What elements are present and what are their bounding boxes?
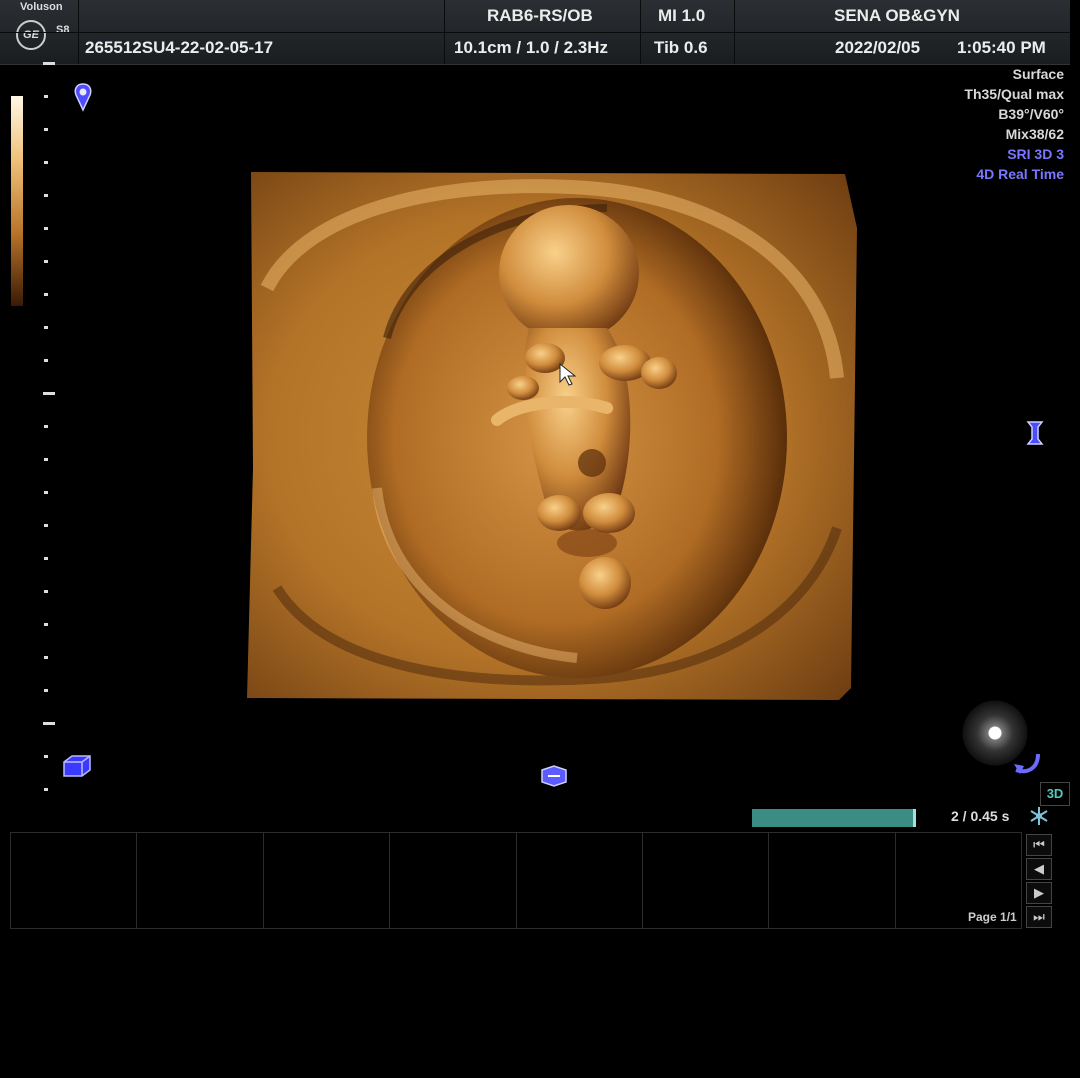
thermal-index: Tib 0.6 [654, 38, 708, 57]
orientation-cube-icon[interactable] [60, 752, 94, 780]
last-page-button[interactable]: ⏭ [1026, 906, 1052, 928]
ruler-tick [44, 359, 48, 362]
institution-name: SENA OB&GYN [834, 6, 960, 25]
vertical-flip-icon[interactable] [1022, 418, 1048, 448]
cine-time-label: 2 / 0.45 s [951, 808, 1010, 824]
mechanical-index: MI 1.0 [658, 6, 706, 25]
ruler-tick [44, 425, 48, 428]
thumbnail-slot[interactable] [390, 833, 517, 928]
prev-page-button[interactable]: ◀ [1026, 858, 1052, 880]
ruler-tick [44, 491, 48, 494]
ruler-tick [44, 788, 48, 791]
orientation-arrow-icon[interactable] [538, 762, 570, 788]
grayscale-colormap-bar [11, 96, 23, 306]
ruler-tick [44, 755, 48, 758]
thumbnail-slot[interactable] [11, 833, 138, 928]
probe-preset: RAB6-RS/OB [487, 6, 593, 25]
ruler-tick [44, 458, 48, 461]
first-page-button[interactable]: ⏮ [1026, 834, 1052, 856]
ruler-tick [44, 260, 48, 263]
thumbnail-slot[interactable] [643, 833, 770, 928]
ruler-tick [44, 557, 48, 560]
ruler-tick [44, 128, 48, 131]
focus-marker-icon[interactable] [72, 82, 94, 114]
param-angles: B39°/V60° [998, 106, 1064, 122]
ruler-major-tick [43, 722, 55, 725]
freeze-icon[interactable] [1028, 805, 1050, 827]
ruler-tick [44, 656, 48, 659]
thumbnail-slot[interactable] [264, 833, 391, 928]
thumbnail-slot[interactable] [137, 833, 264, 928]
clipboard-thumbnail-strip [10, 832, 1022, 929]
cine-progress-bar[interactable] [752, 809, 916, 827]
ruler-tick [44, 293, 48, 296]
rotate-icon[interactable] [1010, 748, 1044, 778]
ruler-tick [44, 590, 48, 593]
thumbnail-slot[interactable] [769, 833, 896, 928]
param-mix: Mix38/62 [1005, 126, 1064, 142]
patient-id: 265512SU4-22-02-05-17 [85, 38, 274, 57]
status-header: Voluson GE S8 RAB6-RS/OB MI 1.0 SENA OB&… [0, 0, 1070, 65]
param-4d-mode: 4D Real Time [976, 166, 1064, 182]
ruler-tick [44, 524, 48, 527]
ruler-tick [44, 95, 48, 98]
imaging-parameters: Surface Th35/Qual max B39°/V60° Mix38/62… [964, 64, 1064, 184]
ruler-tick [44, 623, 48, 626]
ruler-tick [44, 326, 48, 329]
next-page-button[interactable]: ▶ [1026, 882, 1052, 904]
ruler-major-tick [43, 392, 55, 395]
param-sri: SRI 3D 3 [1007, 146, 1064, 162]
ruler-tick [44, 194, 48, 197]
ruler-tick [44, 227, 48, 230]
param-threshold-quality: Th35/Qual max [964, 86, 1064, 102]
exam-date: 2022/02/05 [835, 38, 921, 57]
ruler-tick [44, 161, 48, 164]
depth-ruler [40, 62, 60, 792]
ruler-major-tick [43, 62, 55, 65]
exam-time: 1:05:40 PM [957, 38, 1046, 57]
thumbnail-slot[interactable] [517, 833, 643, 928]
page-indicator: Page 1/1 [968, 910, 1017, 924]
ruler-tick [44, 689, 48, 692]
param-render-mode: Surface [1012, 66, 1064, 82]
3d-ultrasound-render[interactable] [247, 168, 857, 700]
depth-frequency: 10.1cm / 1.0 / 2.3Hz [454, 38, 609, 57]
3d-mode-button[interactable]: 3D [1040, 782, 1070, 806]
